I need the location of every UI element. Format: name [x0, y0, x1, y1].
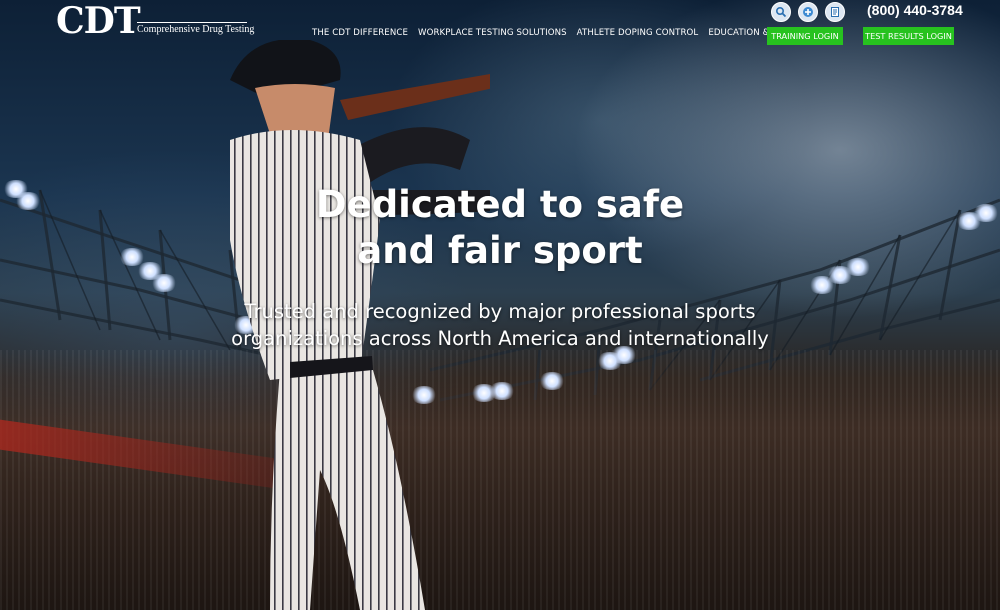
stadium-light [488, 382, 516, 400]
test-results-login-button[interactable]: TEST RESULTS LOGIN [863, 27, 954, 45]
training-login-button[interactable]: TRAINING LOGIN [767, 27, 843, 45]
hero-subheadline: Trusted and recognized by major professi… [0, 298, 1000, 352]
hero-headline-line2: and fair sport [357, 229, 643, 272]
stadium-light [150, 274, 178, 292]
search-icon[interactable] [771, 2, 791, 22]
phone-number[interactable]: (800) 440-3784 [867, 2, 963, 18]
hero-headline-line1: Dedicated to safe [315, 183, 685, 226]
hero-subheadline-line2: organizations across North America and i… [231, 327, 769, 350]
nav-item-cdt-difference[interactable]: THE CDT DIFFERENCE [312, 28, 408, 38]
nav-item-workplace-testing[interactable]: WORKPLACE TESTING SOLUTIONS [418, 28, 567, 38]
cdt-logo[interactable]: CDT Comprehensive Drug Testing [56, 0, 256, 42]
plus-icon[interactable] [798, 2, 818, 22]
hero-headline: Dedicated to safe and fair sport [0, 182, 1000, 274]
utility-icons [771, 2, 845, 22]
logo-mark: CDT [56, 0, 141, 42]
nav-item-athlete-doping-control[interactable]: ATHLETE DOPING CONTROL [577, 28, 699, 38]
stadium-light [538, 372, 566, 390]
document-icon[interactable] [825, 2, 845, 22]
logo-subtitle: Comprehensive Drug Testing [137, 22, 255, 35]
hero-subheadline-line1: Trusted and recognized by major professi… [244, 300, 756, 323]
hero-banner: CDT Comprehensive Drug Testing THE CDT D… [0, 0, 1000, 610]
main-nav: THE CDT DIFFERENCE WORKPLACE TESTING SOL… [312, 28, 825, 38]
